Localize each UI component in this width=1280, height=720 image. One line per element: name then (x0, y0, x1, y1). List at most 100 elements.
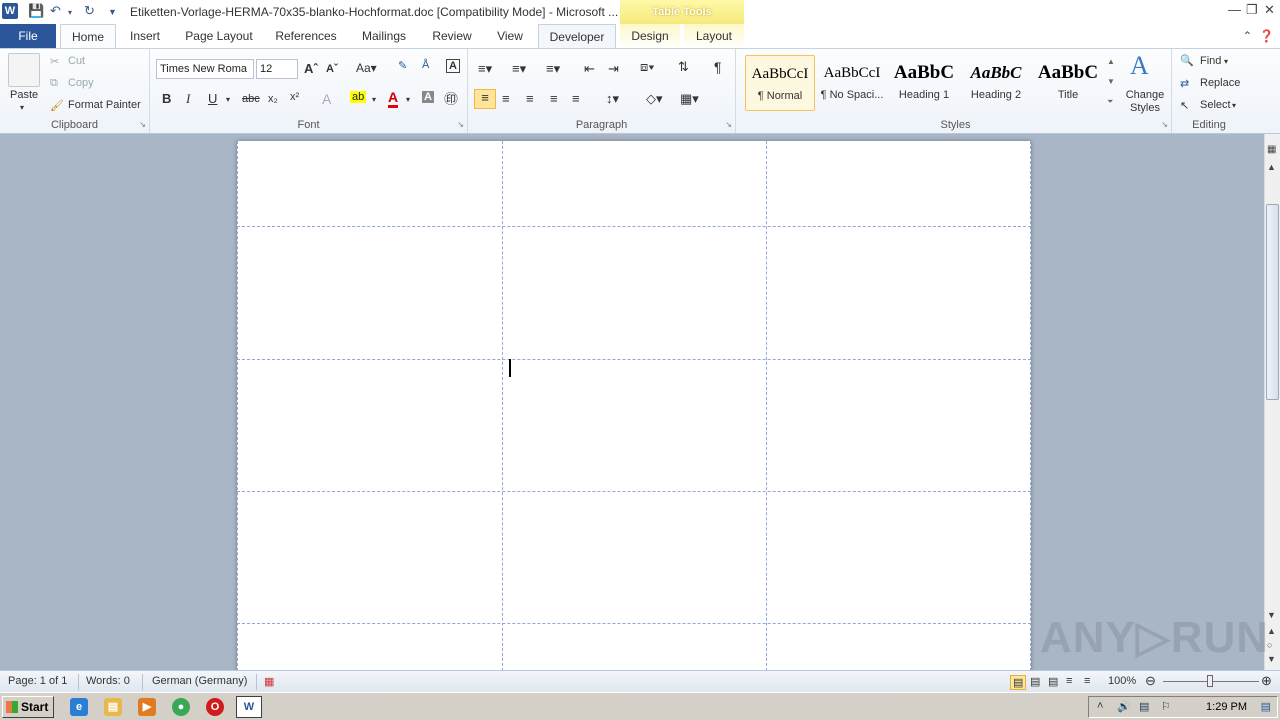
start-button[interactable]: Start (2, 696, 54, 718)
full-screen-reading-icon[interactable]: ▤ (1030, 675, 1040, 688)
minimize-icon[interactable]: — (1228, 2, 1241, 17)
tab-file[interactable]: File (0, 24, 56, 48)
save-icon[interactable]: 💾 (28, 3, 44, 19)
close-icon[interactable]: ✕ (1264, 2, 1275, 18)
volume-icon[interactable]: 🔊 (1117, 700, 1131, 713)
increase-indent-icon[interactable]: ⇥ (608, 61, 619, 77)
customize-qat-icon[interactable]: ▼ (108, 7, 117, 17)
scroll-up-icon[interactable]: ▲ (1267, 162, 1276, 172)
text-effects-icon[interactable]: A (322, 91, 331, 107)
asian-layout-icon[interactable]: ⧈▾ (640, 59, 655, 75)
paragraph-launcher-icon[interactable]: ↘ (725, 120, 732, 129)
tab-design[interactable]: Design (620, 24, 680, 48)
style-heading-1[interactable]: AaBbC Heading 1 (889, 55, 959, 111)
bold-button[interactable]: B (162, 91, 171, 106)
language[interactable]: German (Germany) (152, 675, 247, 687)
shading-icon[interactable]: ◇▾ (646, 91, 663, 107)
tab-references[interactable]: References (270, 24, 342, 48)
ie-icon[interactable]: e (70, 698, 88, 716)
tab-review[interactable]: Review (426, 24, 478, 48)
align-right-icon[interactable]: ≡ (526, 91, 534, 106)
style-no-spacing[interactable]: AaBbCcI ¶ No Spaci... (817, 55, 887, 111)
replace-button[interactable]: Replace (1200, 77, 1240, 89)
copy-button[interactable]: Copy (68, 77, 94, 89)
shrink-font-icon[interactable]: Aˇ (326, 63, 338, 75)
distributed-icon[interactable]: ≡ (572, 91, 580, 106)
underline-button[interactable]: U (208, 91, 217, 106)
highlight-icon[interactable]: ab (350, 91, 367, 103)
character-border-icon[interactable]: A (446, 59, 460, 73)
clipboard-launcher-icon[interactable]: ↘ (139, 120, 146, 129)
zoom-in-icon[interactable]: ⊕ (1261, 673, 1272, 689)
justify-icon[interactable]: ≡ (550, 91, 558, 106)
tab-developer[interactable]: Developer (538, 24, 616, 48)
bullets-icon[interactable]: ≡▾ (478, 61, 492, 77)
decrease-indent-icon[interactable]: ⇤ (584, 61, 595, 77)
scroll-thumb[interactable] (1266, 204, 1279, 400)
underline-dropdown-icon[interactable]: ▾ (226, 95, 230, 104)
clear-formatting-icon[interactable]: ✎ (398, 59, 407, 72)
align-left-icon[interactable]: ≡ (474, 89, 496, 109)
ruler-toggle-icon[interactable]: ▦ (1267, 144, 1276, 155)
subscript-icon[interactable]: x₂ (268, 93, 278, 105)
style-title[interactable]: AaBbC Title (1033, 55, 1103, 111)
network-icon[interactable]: ▤ (1139, 700, 1149, 713)
numbering-icon[interactable]: ≡▾ (512, 61, 526, 77)
document-page[interactable] (237, 141, 1031, 670)
show-hide-icon[interactable]: ¶ (714, 59, 722, 75)
tab-view[interactable]: View (488, 24, 532, 48)
clock[interactable]: 1:29 PM (1206, 701, 1247, 713)
restore-icon[interactable]: ❐ (1246, 2, 1258, 18)
sort-icon[interactable]: ⇅ (678, 59, 689, 75)
cut-button[interactable]: Cut (68, 55, 85, 67)
highlight-dropdown-icon[interactable]: ▾ (372, 95, 376, 104)
grow-font-icon[interactable]: Aˆ (304, 61, 318, 76)
tab-page-layout[interactable]: Page Layout (180, 24, 258, 48)
tab-mailings[interactable]: Mailings (352, 24, 416, 48)
undo-dropdown-icon[interactable]: ▾ (68, 8, 72, 17)
redo-icon[interactable]: ↻ (84, 3, 95, 19)
word-count[interactable]: Words: 0 (86, 675, 130, 687)
enclose-characters-icon[interactable]: ㊞ (444, 89, 458, 109)
media-player-icon[interactable]: ▶ (138, 698, 156, 716)
style-normal[interactable]: AaBbCcI ¶ Normal (745, 55, 815, 111)
font-color-icon[interactable]: A (388, 89, 399, 108)
change-styles-button[interactable]: Change Styles (1124, 89, 1166, 115)
find-dropdown-icon[interactable]: ▾ (1224, 57, 1228, 66)
draft-view-icon[interactable]: ≡ (1084, 675, 1090, 687)
change-styles-icon[interactable]: A (1130, 51, 1149, 81)
opera-icon[interactable]: O (206, 698, 224, 716)
character-shading-icon[interactable]: A (422, 91, 434, 103)
style-heading-2[interactable]: AaBbC Heading 2 (961, 55, 1031, 111)
font-name-field[interactable]: Times New Roma (156, 59, 254, 79)
word-app-icon[interactable]: W (2, 3, 18, 19)
paste-icon[interactable] (8, 53, 40, 87)
document-area[interactable] (0, 134, 1264, 670)
print-layout-view-icon[interactable]: ▤ (1010, 675, 1027, 690)
zoom-slider-handle[interactable] (1207, 675, 1213, 687)
outline-view-icon[interactable]: ≡ (1066, 675, 1072, 687)
zoom-out-icon[interactable]: ⊖ (1145, 673, 1156, 689)
tray-expand-icon[interactable]: ˄ (1097, 700, 1103, 712)
superscript-icon[interactable]: x² (290, 91, 299, 103)
borders-icon[interactable]: ▦▾ (680, 91, 699, 107)
zoom-level[interactable]: 100% (1108, 675, 1136, 687)
font-launcher-icon[interactable]: ↘ (457, 120, 464, 129)
page-count[interactable]: Page: 1 of 1 (8, 675, 67, 687)
select-dropdown-icon[interactable]: ▾ (1232, 101, 1236, 110)
line-spacing-icon[interactable]: ↕▾ (606, 91, 619, 107)
paste-dropdown-icon[interactable]: ▾ (20, 103, 24, 112)
explorer-icon[interactable]: ▤ (104, 698, 122, 716)
undo-icon[interactable]: ↶ (50, 3, 61, 19)
styles-scroll-up-icon[interactable]: ▲ (1107, 57, 1115, 66)
tab-insert[interactable]: Insert (122, 24, 168, 48)
change-case-icon[interactable]: Aa▾ (356, 61, 377, 75)
phonetic-guide-icon[interactable]: Å (422, 59, 429, 71)
help-icons[interactable]: ⌃ ❓ (1242, 29, 1274, 43)
show-desktop-icon[interactable]: ▤ (1261, 700, 1271, 713)
tab-layout[interactable]: Layout (684, 24, 744, 48)
styles-more-icon[interactable]: ⏷ (1107, 97, 1113, 107)
chrome-icon[interactable]: ● (172, 698, 190, 716)
vertical-scrollbar[interactable]: ▦ ▲ ▼ ▲ ○ ▼ (1264, 134, 1280, 670)
styles-scroll-down-icon[interactable]: ▼ (1107, 77, 1115, 86)
